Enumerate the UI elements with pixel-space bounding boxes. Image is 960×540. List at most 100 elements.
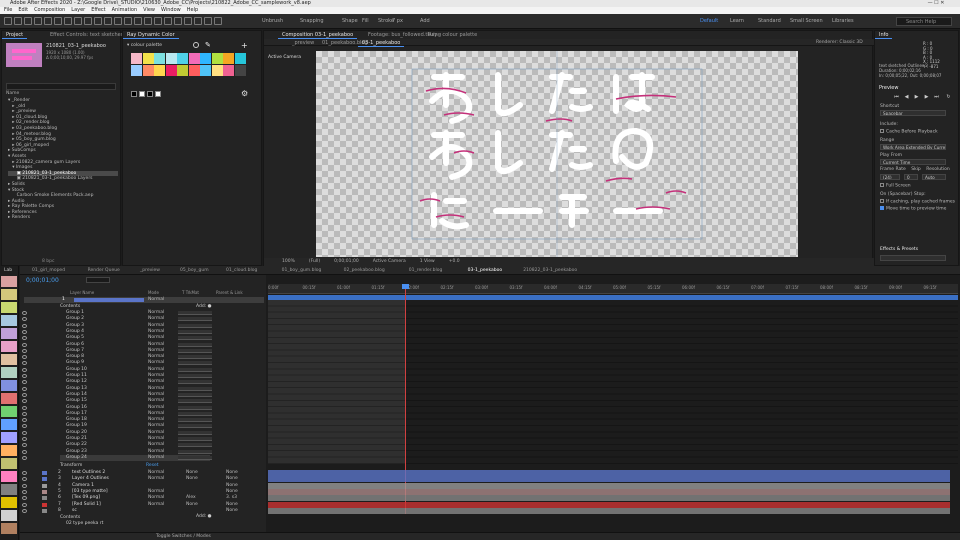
color-swatch[interactable] [223,65,234,76]
effects-search-input[interactable] [880,255,946,261]
group-mode[interactable]: Normal [148,405,164,410]
cache-checkbox[interactable]: Cache Before Playback [880,129,938,135]
timeline-tab[interactable]: _preview [140,268,160,273]
subtab-03-1-peekaboo[interactable]: 03-1_peekaboo [358,39,405,47]
group-blend-dropdown[interactable] [178,329,212,334]
label-color-swatch[interactable] [1,289,17,300]
tool-8-icon[interactable] [74,17,82,25]
mini-swatch[interactable] [155,91,161,97]
visibility-eye-icon[interactable] [22,386,27,391]
label-color-swatch[interactable] [1,302,17,313]
color-swatch[interactable] [154,65,165,76]
layer-name[interactable]: [Tex 09.png] [72,495,100,500]
timeline-tab[interactable]: 01_render.blog [409,268,443,273]
add-menu[interactable]: Add: ● [196,304,212,309]
shortcut-dropdown[interactable]: Spacebar [880,110,946,116]
group-blend-dropdown[interactable] [178,348,212,353]
first-frame-icon[interactable]: ⏮ [893,94,900,101]
label-color-swatch[interactable] [1,432,17,443]
layer-duration-bar[interactable] [268,482,950,489]
layer-parent[interactable]: None [226,470,238,475]
layer-duration-bar[interactable] [268,476,950,483]
tool-22-icon[interactable] [214,17,222,25]
group-blend-dropdown[interactable] [178,323,212,328]
layer-trkmat[interactable]: None [186,470,198,475]
group-mode[interactable]: Normal [148,423,164,428]
time-ruler[interactable]: 0:00f 00:15f 01:00f 01:15f 02:00f 02:15f 03:00… [268,284,958,294]
tool-11-icon[interactable] [104,17,112,25]
comp-canvas[interactable] [316,51,798,257]
visibility-eye-icon[interactable] [22,329,27,334]
workspace-libraries[interactable]: Libraries [832,18,854,24]
visibility-eye-icon[interactable] [22,367,27,372]
group-blend-dropdown[interactable] [178,449,212,454]
tool-13-icon[interactable] [124,17,132,25]
layer-name[interactable]: sc [72,508,77,513]
toolbar-option-5[interactable]: 7 px [392,18,403,24]
move-time-checkbox[interactable]: Move time to preview time [880,206,946,212]
label-color-swatch[interactable] [1,419,17,430]
comp-footer-item-2[interactable]: 0;00;01;00 [334,258,359,266]
label-color-swatch[interactable] [1,484,17,495]
tool-20-icon[interactable] [194,17,202,25]
group-mode[interactable]: Normal [148,323,164,328]
menu-view[interactable]: View [143,7,155,14]
transform-label[interactable]: Transform [60,463,82,468]
layer-duration-bar[interactable] [268,495,950,502]
tool-4-icon[interactable] [34,17,42,25]
timeline-tab[interactable]: 01_cloud.blog [226,268,257,273]
tab-composition[interactable]: Composition 03-1_peekaboo [278,31,358,39]
tab-project[interactable]: Project [2,31,28,39]
visibility-eye-icon[interactable] [22,323,27,328]
visibility-eye-icon[interactable] [22,430,27,435]
tool-9-icon[interactable] [84,17,92,25]
group-mode[interactable]: Normal [148,335,164,340]
group-blend-dropdown[interactable] [178,342,212,347]
menu-window[interactable]: Window [161,7,181,14]
layer-duration-bar[interactable] [268,470,950,476]
label-color-swatch[interactable] [1,497,17,508]
layer-parent[interactable]: None [226,483,238,488]
layer-name[interactable]: [03 type matte] [72,489,108,494]
renderer-value[interactable]: Classic 3D [839,40,862,45]
timeline-tab[interactable]: 210822_03-1_peekaboo [523,268,577,273]
visibility-eye-icon[interactable] [22,471,27,475]
group-mode[interactable]: Normal [148,386,164,391]
project-search-input[interactable] [6,83,116,90]
mini-swatch[interactable] [131,91,137,97]
layer-mode[interactable]: Normal [148,476,164,481]
group-blend-dropdown[interactable] [178,361,212,366]
group-mode[interactable]: Normal [148,373,164,378]
add-menu-2[interactable]: Add: ● [196,514,212,519]
comp-footer-item-0[interactable]: 100% [282,258,295,266]
visibility-eye-icon[interactable] [22,455,27,460]
refresh-icon[interactable] [193,42,199,48]
group-blend-dropdown[interactable] [178,317,212,322]
range-dropdown[interactable]: Work Area Extended By Current... [880,144,946,150]
label-color-swatch[interactable] [1,406,17,417]
framerate-dropdown[interactable]: (24) [880,174,900,180]
layer-label-color[interactable] [42,483,47,488]
group-blend-dropdown[interactable] [178,430,212,435]
layer-label-color[interactable] [42,508,47,513]
color-swatch[interactable] [142,53,154,64]
layer-trkmat[interactable]: None [186,502,198,507]
group-mode[interactable]: Normal [148,310,164,315]
color-swatch[interactable] [165,53,177,64]
color-swatch[interactable] [154,53,165,64]
group-blend-dropdown[interactable] [178,437,212,441]
group-blend-dropdown[interactable] [178,399,212,404]
gear-icon[interactable]: ⚙ [241,89,248,98]
tool-3-icon[interactable] [24,17,32,25]
visibility-eye-icon[interactable] [22,374,27,378]
window-controls[interactable]: — ☐ ✕ [912,0,960,7]
group-blend-dropdown[interactable] [178,405,212,410]
group-mode[interactable]: Normal [148,348,164,353]
label-color-swatch[interactable] [1,367,17,378]
layer-label-color[interactable] [42,471,47,475]
group-mode[interactable]: Normal [148,417,164,422]
visibility-eye-icon[interactable] [22,483,27,488]
layer-duration-bar[interactable] [268,501,950,508]
layer-parent[interactable]: None [226,476,238,481]
label-color-swatch[interactable] [1,471,17,482]
